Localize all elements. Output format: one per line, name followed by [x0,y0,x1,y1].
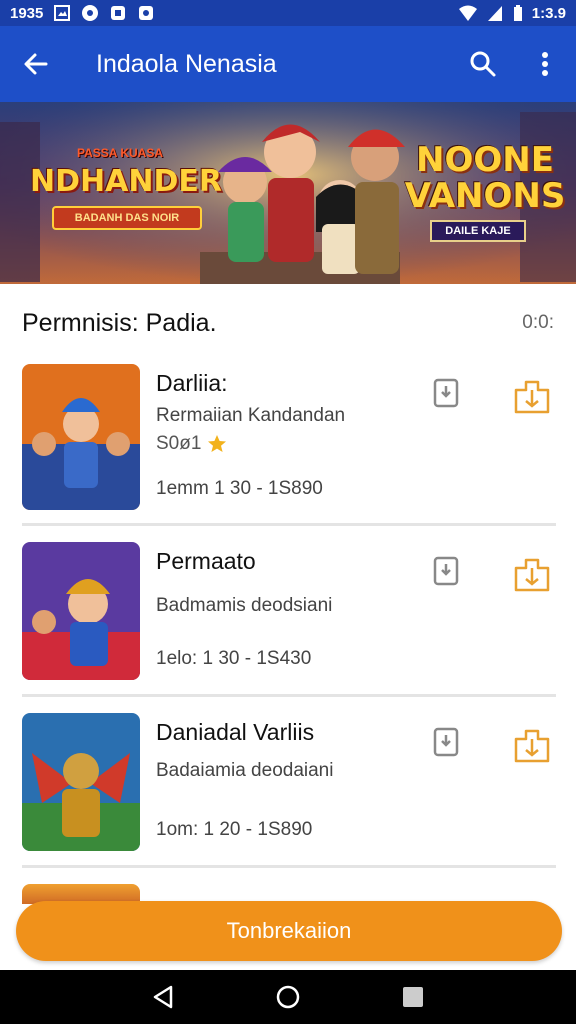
square-recents-icon [403,987,424,1007]
gallery-icon [54,5,71,21]
section-count: 0:0: [522,312,554,333]
status-right-text: 1:3.9 [531,4,566,22]
banner-right-logo: NOONE VANONS [404,140,566,216]
banner-left-ribbon: BADANH DAS NOIR [52,206,202,230]
game-size: 1emm 1 30 - 1S890 [156,478,323,499]
game-name: Permaato [156,548,256,574]
divider [22,523,556,526]
game-list-item[interactable]: Permaato Badmamis deodsiani 1elo: 1 30 -… [22,542,556,692]
game-thumbnail [22,713,140,851]
battery-icon [513,5,522,21]
app-root: 1935 1:3.9 Indaola Nenasia PASSA KUASA N… [0,0,576,1024]
more-options-button[interactable] [514,26,576,102]
game-info: Daniadal Varliis Badaiamia deodaiani [156,713,416,782]
divider [22,694,556,697]
search-icon [470,51,496,77]
circle-home-icon [276,985,300,1009]
game-thumbnail [22,542,140,680]
install-icon[interactable] [512,725,552,765]
system-nav-bar [0,970,576,1024]
notification-icon [111,6,126,20]
game-subtitle: Badmamis deodsiani [156,595,333,616]
section-title: Permnisis: Padia. [22,308,217,337]
nav-back-button[interactable] [145,979,181,1015]
signal-icon [487,6,502,21]
search-button[interactable] [452,26,514,102]
page-title: Indaola Nenasia [96,49,277,78]
wifi-icon [458,5,477,21]
download-icon[interactable] [430,376,464,410]
game-rating-value: S0ø1 [156,433,202,454]
install-icon[interactable] [512,554,552,594]
status-time: 1935 [10,4,44,22]
notification-icon [139,6,154,20]
game-name: Darliia: [156,370,228,396]
nav-home-button[interactable] [270,979,306,1015]
more-vert-icon [542,52,548,76]
status-bar: 1935 1:3.9 [0,0,576,26]
banner-right-tag: DAILE KAJE [430,220,526,242]
banner-left-kicker: PASSA KUASA [76,146,163,160]
game-list-item[interactable]: Darliia: Rermaiian Kandandan S0ø1 1emm 1… [22,364,556,514]
install-icon[interactable] [512,376,552,416]
banner-left-logo: NDHANDER [30,164,222,199]
camera-icon [82,5,99,21]
arrow-left-icon [24,53,48,75]
download-icon[interactable] [430,725,464,759]
game-thumbnail [22,364,140,510]
game-subtitle: Badaiamia deodaiani [156,760,334,781]
divider [22,865,556,868]
nav-recents-button[interactable] [395,979,431,1015]
triangle-back-icon [153,985,172,1009]
game-rating: S0ø1 [156,433,416,455]
game-name: Daniadal Varliis [156,719,315,745]
app-bar: Indaola Nenasia [0,26,576,102]
game-size: 1elo: 1 30 - 1S430 [156,648,312,669]
featured-banner[interactable]: PASSA KUASA NDHANDER BADANH DAS NOIR NOO… [0,102,576,284]
download-icon[interactable] [430,554,464,588]
game-list-item[interactable]: Daniadal Varliis Badaiamia deodaiani 1om… [22,713,556,863]
section-header: Permnisis: Padia. 0:0: [22,306,554,340]
game-size: 1om: 1 20 - 1S890 [156,819,313,840]
game-info: Permaato Badmamis deodsiani [156,542,416,617]
primary-action-button[interactable]: Tonbrekaiion [16,901,562,961]
game-subtitle: Rermaiian Kandandan [156,405,346,426]
back-button[interactable] [0,26,72,102]
game-info: Darliia: Rermaiian Kandandan S0ø1 [156,364,416,455]
star-icon [208,435,227,452]
